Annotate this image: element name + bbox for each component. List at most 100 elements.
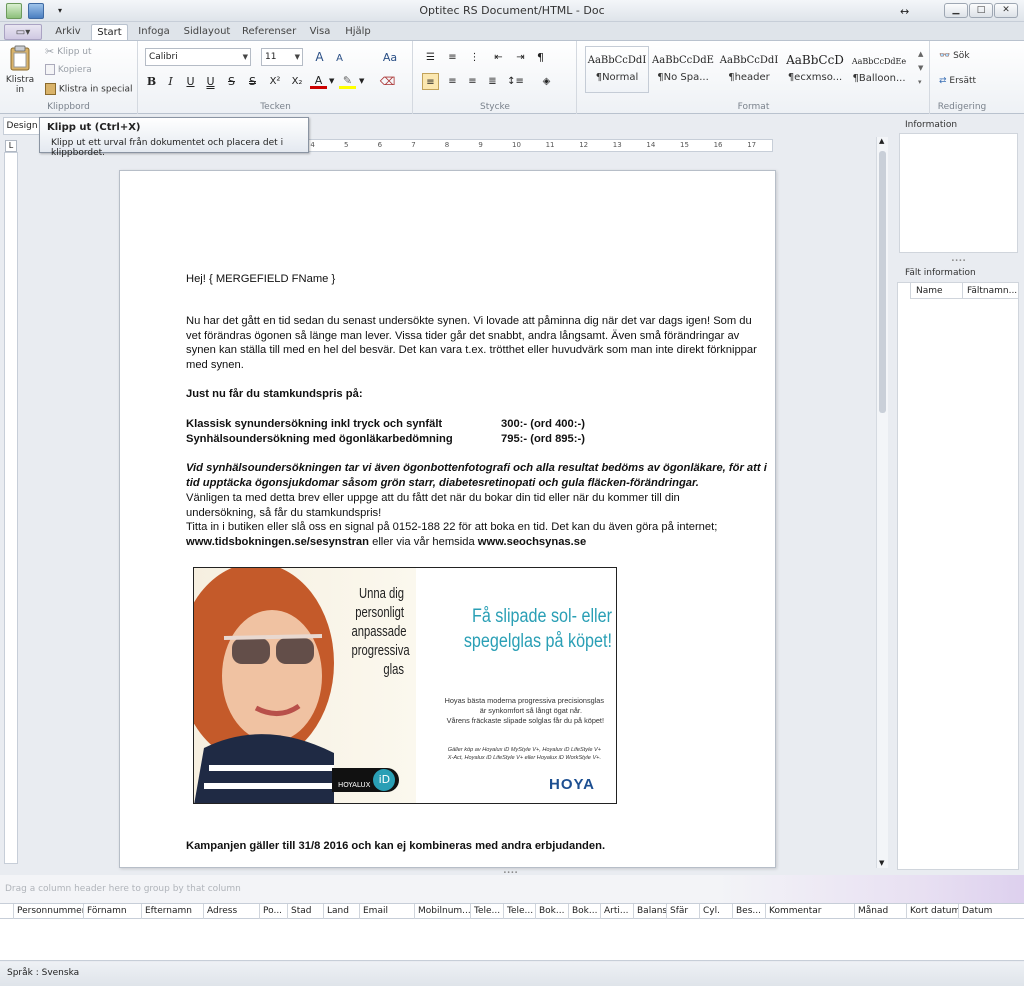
ruler-number: 10 [512, 141, 521, 149]
double-strike-button[interactable]: S [244, 73, 261, 90]
booking-link[interactable]: www.tidsbokningen.se/sesynstran [186, 536, 369, 548]
grid-column-header[interactable]: Cyl. [699, 904, 732, 919]
grid-column-header[interactable]: Land [323, 904, 359, 919]
ruler-number: 17 [747, 141, 757, 149]
grid-column-header[interactable]: Bok... [568, 904, 600, 919]
field-info-grid: Name Fältnamn... [897, 282, 1019, 870]
grid-column-header[interactable]: Efternamn [141, 904, 203, 919]
ad-body-text: Hoyas bästa moderna progressiva precisio… [444, 696, 604, 725]
bring-letter-text: Vänligen ta med detta brev eller uppge a… [186, 492, 680, 519]
shrink-font-button[interactable]: A [331, 50, 348, 67]
grid-column-header[interactable]: Personnummer [13, 904, 83, 919]
grid-column-header[interactable]: Bok... [535, 904, 568, 919]
line-spacing-icon[interactable]: ↕≡ [507, 73, 524, 90]
tab-hjalp[interactable]: Hjälp [343, 24, 373, 40]
highlight-icon[interactable]: ✎ [339, 72, 356, 89]
grid-column-header[interactable]: Sfär [666, 904, 699, 919]
paste-special-button[interactable]: Klistra in special [45, 83, 133, 95]
grid-column-header[interactable]: Kommentar [765, 904, 854, 919]
tab-stop-selector[interactable]: L [5, 140, 17, 152]
column-name[interactable]: Name [910, 283, 962, 299]
grid-column-header[interactable]: Email [359, 904, 414, 919]
campaign-text: Kampanjen gäller till 31/8 2016 och kan … [186, 840, 606, 852]
scroll-down-icon[interactable]: ▼ [879, 859, 884, 867]
maximize-button[interactable]: □ [969, 3, 993, 18]
subscript-button[interactable]: X₂ [287, 73, 307, 90]
tab-visa[interactable]: Visa [307, 24, 333, 40]
minimize-button[interactable]: ▁ [944, 3, 968, 18]
italic-button[interactable]: I [162, 73, 179, 90]
replace-button[interactable]: ⇄ Ersätt [939, 76, 976, 86]
tab-arkiv[interactable]: Arkiv [52, 24, 84, 40]
grid-column-header[interactable]: Balans [633, 904, 666, 919]
grid-column-header[interactable]: Kort datum [906, 904, 958, 919]
grid-column-header[interactable]: Stad [287, 904, 323, 919]
website-link[interactable]: www.seochsynas.se [478, 536, 586, 548]
grow-font-button[interactable]: A [311, 49, 328, 66]
grid-column-header[interactable]: Tele... [470, 904, 503, 919]
align-right-icon[interactable]: ≡ [464, 73, 481, 90]
bullets-icon[interactable]: ☰ [422, 49, 439, 66]
splitter-grip[interactable]: ∙∙∙∙ [951, 257, 966, 264]
vertical-ruler[interactable] [4, 152, 18, 864]
grid-column-header[interactable]: Datum [958, 904, 1022, 919]
vertical-scrollbar[interactable]: ▲ ▼ [876, 137, 888, 868]
style-normal[interactable]: AaBbCcDdI ¶Normal [585, 46, 649, 93]
grid-column-header[interactable]: Förnamn [83, 904, 141, 919]
scrollbar-thumb[interactable] [879, 151, 886, 413]
cut-button[interactable]: ✂ Klipp ut [45, 45, 92, 58]
paste-button[interactable]: Klistra in [4, 45, 36, 95]
language-status[interactable]: Språk : Svenska [7, 968, 79, 978]
decrease-indent-icon[interactable]: ⇤ [490, 49, 507, 66]
grid-column-header[interactable]: Arti... [600, 904, 633, 919]
font-color-button[interactable]: A [310, 72, 327, 89]
column-fieldname[interactable]: Fältnamn... [962, 283, 1018, 299]
copy-button[interactable]: Kopiera [45, 64, 92, 75]
font-name-combo[interactable]: Calibri ▼ [145, 48, 251, 66]
superscript-button[interactable]: X² [265, 73, 285, 90]
grid-column-header[interactable]: Mobilnum... [414, 904, 470, 919]
chevron-down-icon[interactable]: ▼ [359, 77, 364, 85]
font-size-combo[interactable]: 11 ▼ [261, 48, 303, 66]
strikethrough-button[interactable]: S [223, 73, 240, 90]
double-underline-button[interactable]: U [202, 73, 219, 90]
align-center-icon[interactable]: ≡ [444, 73, 461, 90]
align-left-icon[interactable]: ≡ [422, 73, 439, 90]
numbering-icon[interactable]: ≡ [444, 49, 461, 66]
app-menu-button[interactable]: ▭▾ [4, 24, 42, 40]
information-header: Information [905, 120, 958, 130]
clear-format-icon[interactable]: ⌫ [379, 73, 396, 90]
style-balloon[interactable]: AaBbCcDdEe ¶Balloon... [848, 46, 910, 93]
tab-referenser[interactable]: Referenser [242, 24, 296, 40]
grid-body[interactable] [0, 919, 1024, 961]
justify-icon[interactable]: ≣ [484, 73, 501, 90]
ruler-number: 11 [545, 141, 555, 149]
grid-column-header[interactable]: Månad [854, 904, 906, 919]
find-button[interactable]: 👓 Sök [939, 51, 970, 61]
chevron-down-icon[interactable]: ▼ [329, 77, 334, 85]
tab-infoga[interactable]: Infoga [136, 24, 172, 40]
increase-indent-icon[interactable]: ⇥ [512, 49, 529, 66]
shading-icon[interactable]: ◈ [538, 73, 555, 90]
grid-column-header[interactable]: Adress [203, 904, 259, 919]
change-case-button[interactable]: Aa [379, 49, 401, 66]
tab-sidlayout[interactable]: Sidlayout [183, 24, 231, 40]
styles-scroll-icon[interactable]: ▲ ▼ ▾ [918, 47, 923, 89]
contact-text: Titta in i butiken eller slå oss en sign… [186, 521, 718, 548]
bold-button[interactable]: B [143, 73, 160, 90]
tab-design[interactable]: Design [3, 117, 41, 135]
grid-column-header[interactable]: Bes... [732, 904, 765, 919]
close-button[interactable]: ✕ [994, 3, 1018, 18]
style-no-spacing[interactable]: AaBbCcDdE ¶No Spa... [650, 46, 716, 93]
group-by-area[interactable]: Drag a column header here to group by th… [0, 875, 1024, 903]
document-page[interactable]: Hej! { MERGEFIELD FName } Nu har det gåt… [119, 170, 776, 868]
scroll-up-icon[interactable]: ▲ [879, 137, 884, 145]
show-formatting-button[interactable]: ¶ [532, 49, 549, 66]
underline-button[interactable]: U [182, 73, 199, 90]
tab-start[interactable]: Start [91, 24, 128, 40]
style-ecxmso[interactable]: AaBbCcD ¶ecxmso... [783, 46, 847, 93]
multilevel-list-icon[interactable]: ⋮ [466, 49, 483, 66]
grid-column-header[interactable]: Po... [259, 904, 287, 919]
grid-column-header[interactable]: Tele... [503, 904, 535, 919]
style-header[interactable]: AaBbCcDdI ¶header [717, 46, 781, 93]
